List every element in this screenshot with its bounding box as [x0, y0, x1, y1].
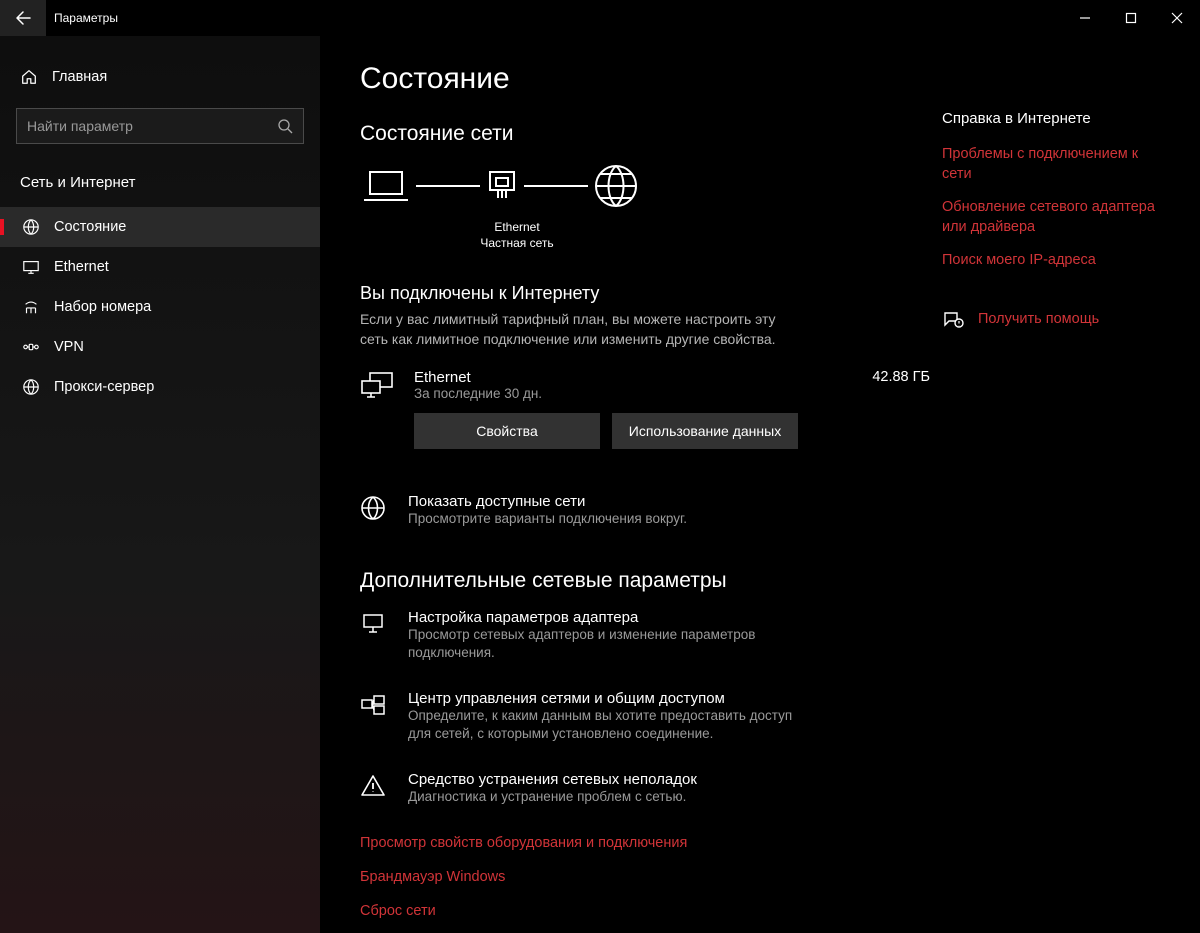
- properties-button[interactable]: Свойства: [414, 413, 600, 449]
- sharing-center-option[interactable]: Центр управления сетями и общим доступом…: [360, 690, 930, 743]
- sidebar-item-proxy[interactable]: Прокси-сервер: [0, 367, 320, 407]
- help-panel: Справка в Интернете Проблемы с подключен…: [930, 62, 1160, 913]
- sharing-icon: [360, 690, 390, 718]
- title-bar: Параметры: [0, 0, 1200, 36]
- troubleshooter-option[interactable]: Средство устранения сетевых неполадок Ди…: [360, 771, 930, 806]
- search-icon: [277, 118, 293, 134]
- help-chat-icon: [942, 309, 964, 331]
- sidebar-item-label: Ethernet: [54, 259, 109, 275]
- get-help-row[interactable]: Получить помощь: [942, 309, 1160, 331]
- sidebar: Главная Сеть и Интернет Состояние Ethern…: [0, 36, 320, 933]
- help-title: Справка в Интернете: [942, 110, 1160, 127]
- sidebar-item-label: Прокси-сервер: [54, 379, 154, 395]
- adapter-icon: [484, 165, 520, 207]
- connection-usage: 42.88 ГБ: [860, 369, 930, 385]
- laptop-icon: [360, 165, 412, 207]
- window-close-button[interactable]: [1154, 0, 1200, 36]
- available-networks-option[interactable]: Показать доступные сети Просмотрите вари…: [360, 493, 930, 528]
- help-link-driver[interactable]: Обновление сетевого адаптера или драйвер…: [942, 198, 1160, 237]
- connected-title: Вы подключены к Интернету: [360, 283, 930, 304]
- warning-icon: [360, 771, 390, 799]
- page-title: Состояние: [360, 62, 930, 96]
- data-usage-button[interactable]: Использование данных: [612, 413, 798, 449]
- sidebar-category: Сеть и Интернет: [0, 164, 320, 207]
- pc-network-icon: [360, 369, 396, 401]
- help-link-connection[interactable]: Проблемы с подключением к сети: [942, 145, 1160, 184]
- hardware-properties-link[interactable]: Просмотр свойств оборудования и подключе…: [360, 835, 930, 851]
- option-desc: Просмотр сетевых адаптеров и изменение п…: [408, 626, 808, 662]
- network-reset-link[interactable]: Сброс сети: [360, 903, 930, 919]
- back-button[interactable]: [0, 0, 46, 36]
- adapter-settings-option[interactable]: Настройка параметров адаптера Просмотр с…: [360, 609, 930, 662]
- globe-icon: [22, 378, 40, 396]
- firewall-link[interactable]: Брандмауэр Windows: [360, 869, 930, 885]
- option-title: Центр управления сетями и общим доступом: [408, 690, 808, 707]
- main-content: Состояние Состояние сети Ethernet Частна…: [320, 36, 1200, 933]
- dialup-icon: [22, 298, 40, 316]
- search-input-container[interactable]: [16, 108, 304, 144]
- sidebar-item-label: VPN: [54, 339, 84, 355]
- globe-icon: [22, 218, 40, 236]
- sidebar-item-label: Набор номера: [54, 299, 151, 315]
- option-title: Настройка параметров адаптера: [408, 609, 808, 626]
- option-title: Средство устранения сетевых неполадок: [408, 771, 697, 788]
- get-help-link[interactable]: Получить помощь: [978, 310, 1099, 330]
- connection-name: Ethernet: [414, 369, 842, 386]
- help-link-ip[interactable]: Поиск моего IP-адреса: [942, 251, 1160, 271]
- diagram-adapter-sub: Частная сеть: [472, 236, 562, 252]
- sidebar-item-vpn[interactable]: VPN: [0, 327, 320, 367]
- sidebar-item-ethernet[interactable]: Ethernet: [0, 247, 320, 287]
- nav-home[interactable]: Главная: [0, 60, 320, 94]
- connection-sub: За последние 30 дн.: [414, 386, 842, 401]
- option-desc: Диагностика и устранение проблем с сетью…: [408, 788, 697, 806]
- available-desc: Просмотрите варианты подключения вокруг.: [408, 510, 687, 528]
- connection-row: Ethernet За последние 30 дн. 42.88 ГБ: [360, 369, 930, 401]
- maximize-icon: [1125, 12, 1137, 24]
- pc-icon: [360, 609, 390, 637]
- globe-icon: [360, 493, 390, 521]
- network-diagram: [360, 162, 930, 210]
- monitor-icon: [22, 258, 40, 276]
- search-input[interactable]: [27, 118, 277, 134]
- section-network-status: Состояние сети: [360, 122, 930, 146]
- window-minimize-button[interactable]: [1062, 0, 1108, 36]
- window-maximize-button[interactable]: [1108, 0, 1154, 36]
- sidebar-item-label: Состояние: [54, 219, 126, 235]
- sidebar-item-status[interactable]: Состояние: [0, 207, 320, 247]
- sidebar-item-dialup[interactable]: Набор номера: [0, 287, 320, 327]
- window-title: Параметры: [54, 11, 118, 25]
- connected-desc: Если у вас лимитный тарифный план, вы мо…: [360, 310, 780, 349]
- home-icon: [20, 68, 38, 86]
- section-advanced: Дополнительные сетевые параметры: [360, 569, 930, 593]
- arrow-left-icon: [15, 10, 31, 26]
- nav-home-label: Главная: [52, 69, 107, 85]
- vpn-icon: [22, 338, 40, 356]
- diagram-adapter-label: Ethernet: [472, 220, 562, 236]
- option-desc: Определите, к каким данным вы хотите пре…: [408, 707, 808, 743]
- minimize-icon: [1079, 12, 1091, 24]
- diagram-labels: Ethernet Частная сеть: [472, 220, 562, 251]
- globe-large-icon: [592, 162, 640, 210]
- close-icon: [1171, 12, 1183, 24]
- available-title: Показать доступные сети: [408, 493, 687, 510]
